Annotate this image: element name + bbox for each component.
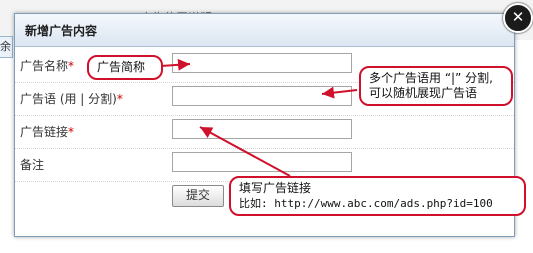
annotation-ad-link: 填写广告链接 比如: http://www.abc.com/ads.php?id… [229,176,526,216]
close-icon[interactable]: ✕ [503,3,533,33]
annotation-ad-text-line1: 多个广告语用 “|” 分割, [369,71,493,85]
annotation-ad-link-line2: 比如: http://www.abc.com/ads.php?id=100 [239,197,493,210]
arrow-name-note [160,58,191,71]
annotation-ad-text-line2: 可以随机展现广告语 [369,86,478,100]
arrow-link-note [199,126,291,177]
annotation-ad-text: 多个广告语用 “|” 分割, 可以随机展现广告语 [359,66,513,106]
arrow-text-note [321,86,358,99]
annotation-ad-link-line1: 填写广告链接 [239,181,312,195]
annotation-ad-name: 广告简称 [87,55,163,80]
